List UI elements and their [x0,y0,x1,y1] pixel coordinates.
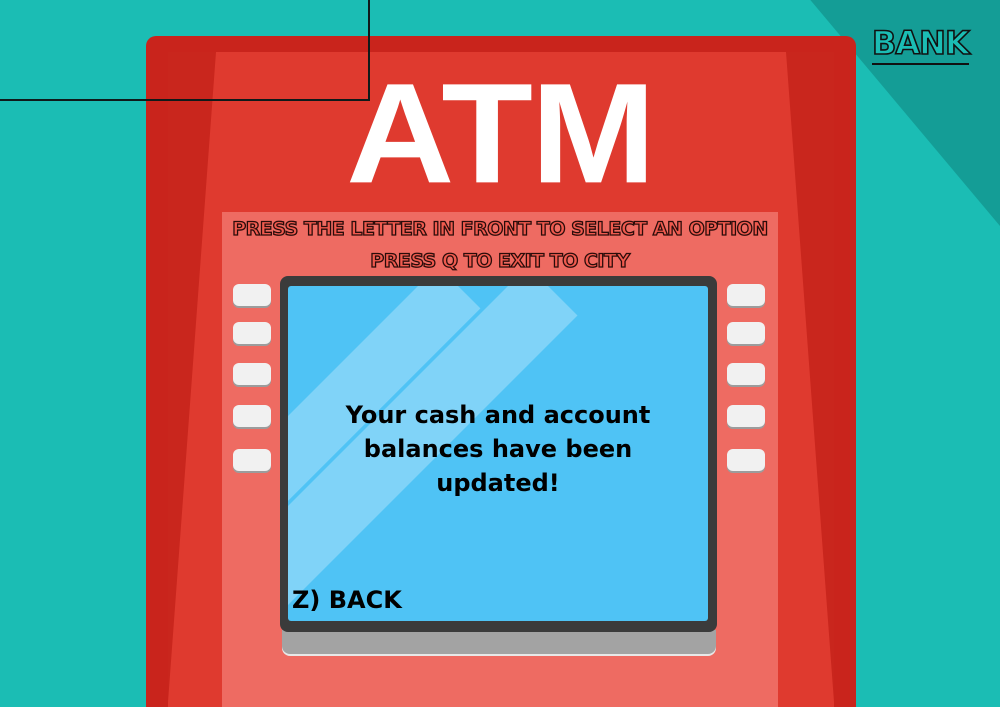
left-side-button-1 [233,284,271,306]
right-side-button-5 [727,449,765,471]
right-side-button-4 [727,405,765,427]
right-side-button-2 [727,322,765,344]
atm-logo: ATM [346,53,656,213]
instruction-select-option: PRESS THE LETTER IN FRONT TO SELECT AN O… [232,217,769,240]
screen-bezel-bottom [282,630,716,654]
bank-link[interactable]: BANK [871,23,971,65]
atm-side-panel-right [786,52,834,702]
status-message: Your cash and account balances have been… [345,401,651,497]
overlay-line-vertical [368,0,370,101]
right-side-button-1 [727,284,765,306]
left-side-button-2 [233,322,271,344]
left-side-button-4 [233,405,271,427]
right-side-button-3 [727,363,765,385]
overlay-line-horizontal [0,99,370,101]
left-side-button-3 [233,363,271,385]
instruction-exit-city: PRESS Q TO EXIT TO CITY [370,249,631,272]
back-option-button[interactable]: Z) BACK [292,585,402,615]
atm-side-panel-left [168,52,216,702]
atm-scene: ATM PRESS THE LETTER IN FRONT TO SELECT … [0,0,1000,707]
left-side-button-5 [233,449,271,471]
